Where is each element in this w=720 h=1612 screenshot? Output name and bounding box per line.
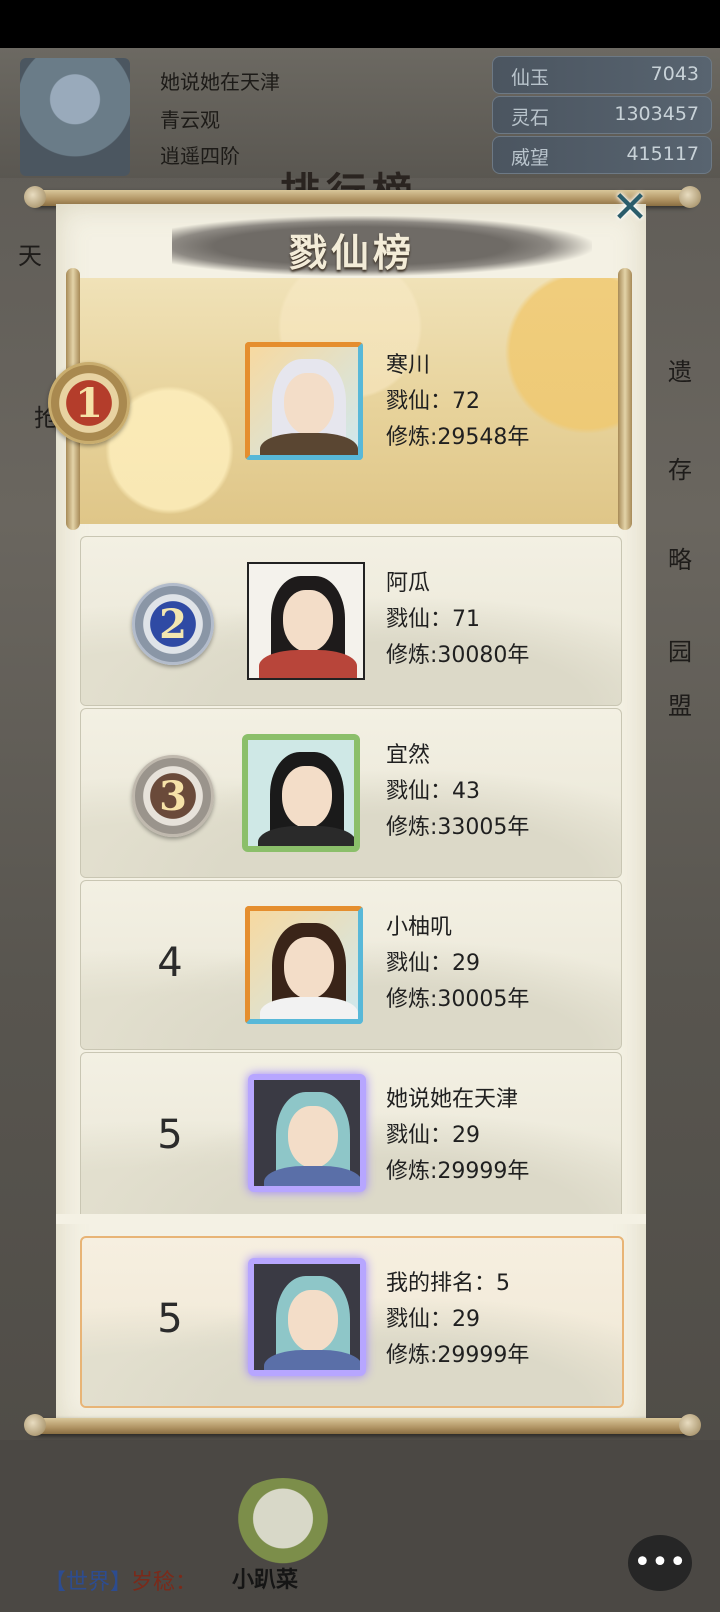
face-shape	[284, 937, 334, 999]
robe-shape	[264, 1350, 360, 1370]
panel-title: 戮仙榜	[288, 230, 415, 275]
resource-xianyu: 仙玉 7043	[492, 56, 712, 94]
face-shape	[284, 373, 334, 435]
player-name: 她说她在天津	[386, 1087, 519, 1112]
avatar-rank-4[interactable]	[245, 906, 363, 1024]
kill-count: 戮仙：29	[386, 951, 480, 976]
rank-3-medal-icon: 3	[132, 755, 214, 837]
chat-user: 岁稔：	[131, 1570, 198, 1595]
background-side-label: 略	[668, 546, 692, 574]
kill-count: 戮仙：72	[386, 389, 480, 414]
rank-number: 5	[157, 1112, 183, 1158]
scroll-rod-right	[618, 268, 632, 530]
close-icon[interactable]: ✕	[608, 186, 652, 230]
robe-shape	[259, 650, 357, 678]
kill-count: 戮仙：43	[386, 779, 480, 804]
cultivation-years: 修炼:29999年	[386, 1343, 530, 1368]
rank-2-info: 阿瓜 戮仙：71 修炼:30080年	[386, 566, 529, 674]
robe-shape	[260, 433, 358, 455]
status-bar	[0, 0, 720, 48]
robe-shape	[264, 1166, 360, 1186]
player-name: 阿瓜	[386, 571, 431, 596]
player-name: 小柚叽	[386, 915, 453, 940]
my-rank-info: 我的排名：5 戮仙：29 修炼:29999年	[386, 1266, 529, 1374]
avatar-rank-5[interactable]	[248, 1074, 366, 1192]
resource-label: 威望	[511, 147, 550, 169]
robe-shape	[258, 826, 354, 846]
resource-value: 415117	[626, 143, 699, 165]
player-sect: 青云观	[160, 108, 220, 132]
background-side-label: 天	[18, 242, 42, 270]
background-side-label: 盟	[668, 692, 692, 720]
kill-count: 戮仙：29	[386, 1123, 480, 1148]
player-avatar[interactable]	[20, 58, 130, 176]
cultivation-years: 修炼:33005年	[386, 815, 530, 840]
rank-4-info: 小柚叽 戮仙：29 修炼:30005年	[386, 910, 529, 1018]
my-avatar[interactable]	[248, 1258, 366, 1376]
kill-count: 戮仙：71	[386, 607, 480, 632]
chat-channel: 【世界】	[44, 1570, 133, 1595]
rank-1-info: 寒川 戮仙：72 修炼:29548年	[386, 348, 529, 456]
rank-1-medal-icon: 1	[48, 362, 130, 444]
rank-2-medal-icon: 2	[132, 583, 214, 665]
resource-value: 7043	[650, 63, 699, 85]
chat-bubble-icon[interactable]: •••	[628, 1535, 692, 1591]
player-realm: 逍遥四阶	[160, 144, 240, 168]
player-name: 寒川	[386, 353, 431, 378]
cultivation-years: 修炼:29999年	[386, 1159, 530, 1184]
face-shape	[283, 590, 333, 652]
player-name: 她说她在天津	[160, 70, 280, 94]
background-side-label: 遗	[668, 358, 692, 386]
avatar-rank-2[interactable]	[247, 562, 365, 680]
face-shape	[282, 766, 332, 828]
rank-3-info: 宜然 戮仙：43 修炼:33005年	[386, 738, 529, 846]
face-shape	[288, 1106, 338, 1168]
mascot-image	[228, 1478, 338, 1568]
my-rank-label: 我的排名：5	[386, 1271, 510, 1296]
resource-lingshi: 灵石 1303457	[492, 96, 712, 134]
resource-label: 仙玉	[511, 67, 550, 89]
avatar-rank-3[interactable]	[242, 734, 360, 852]
scroll-bottom-rod	[24, 1414, 701, 1436]
rank-number: 4	[157, 940, 183, 986]
resource-label: 灵石	[511, 107, 550, 129]
cultivation-years: 修炼:29548年	[386, 425, 530, 450]
kill-count: 戮仙：29	[386, 1307, 480, 1332]
background-side-label: 存	[668, 456, 692, 484]
chat-message: 小趴菜	[232, 1568, 299, 1593]
cultivation-years: 修炼:30005年	[386, 987, 530, 1012]
rank-5-info: 她说她在天津 戮仙：29 修炼:29999年	[386, 1082, 529, 1190]
resource-weiwang: 威望 415117	[492, 136, 712, 174]
cultivation-years: 修炼:30080年	[386, 643, 530, 668]
resource-value: 1303457	[614, 103, 699, 125]
player-name: 宜然	[386, 743, 431, 768]
face-shape	[288, 1290, 338, 1352]
my-rank-number: 5	[157, 1296, 183, 1342]
background-side-label: 园	[668, 638, 692, 666]
robe-shape	[260, 997, 358, 1019]
list-clip-edge	[56, 1214, 646, 1224]
avatar-rank-1[interactable]	[245, 342, 363, 460]
